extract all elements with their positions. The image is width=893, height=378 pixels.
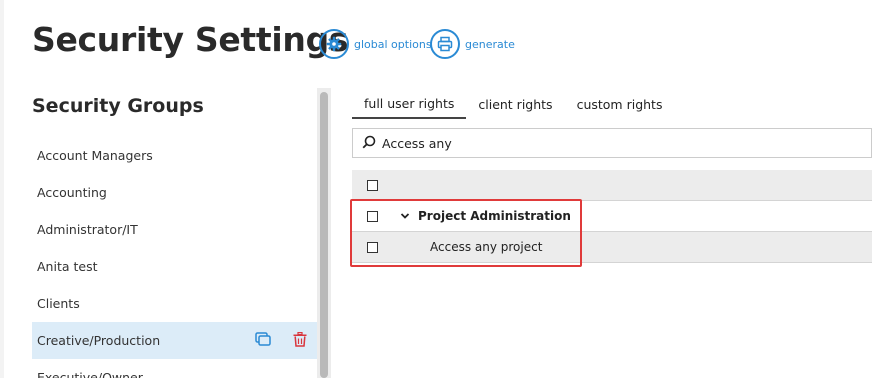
group-label: Account Managers	[37, 148, 153, 163]
tab-custom-rights[interactable]: custom rights	[565, 89, 675, 119]
search-input[interactable]	[382, 135, 842, 151]
security-groups-heading: Security Groups	[32, 95, 204, 117]
left-edge-strip	[0, 0, 4, 378]
group-item-creative-production[interactable]: Creative/Production	[32, 322, 317, 359]
trash-icon[interactable]	[293, 331, 307, 350]
gear-icon	[319, 29, 349, 59]
copy-icon[interactable]	[255, 332, 271, 349]
rights-header-row	[352, 170, 872, 201]
group-label: Executive/Owner	[37, 370, 143, 378]
group-item-administrator-it[interactable]: Administrator/IT	[32, 211, 317, 248]
rights-tabs: full user rights client rights custom ri…	[352, 89, 674, 119]
tab-label: custom rights	[576, 96, 663, 112]
security-group-list: Account Managers Accounting Administrato…	[32, 137, 317, 378]
group-item-account-managers[interactable]: Account Managers	[32, 137, 317, 174]
group-label: Anita test	[37, 259, 98, 274]
generate-button[interactable]: generate	[430, 29, 515, 59]
tab-label: full user rights	[364, 95, 455, 111]
global-options-label: global options	[354, 37, 432, 51]
generate-label: generate	[465, 37, 515, 51]
group-item-clients[interactable]: Clients	[32, 285, 317, 322]
highlight-box	[350, 199, 582, 267]
group-item-accounting[interactable]: Accounting	[32, 174, 317, 211]
group-label: Creative/Production	[37, 333, 161, 348]
page-title: Security Settings	[32, 20, 349, 59]
group-item-anita-test[interactable]: Anita test	[32, 248, 317, 285]
tab-client-rights[interactable]: client rights	[466, 89, 564, 119]
tab-label: client rights	[478, 96, 553, 112]
group-label: Administrator/IT	[37, 222, 138, 237]
tab-full-user-rights[interactable]: full user rights	[352, 89, 467, 119]
group-label: Clients	[37, 296, 80, 311]
rights-search-box[interactable]	[352, 128, 872, 158]
search-icon	[362, 134, 376, 153]
group-list-scrollbar[interactable]	[317, 88, 331, 378]
select-all-checkbox[interactable]	[367, 179, 378, 191]
group-label: Accounting	[37, 185, 107, 200]
global-options-button[interactable]: global options	[319, 29, 432, 59]
scrollbar-thumb[interactable]	[320, 92, 328, 378]
group-item-executive-owner[interactable]: Executive/Owner	[32, 359, 317, 378]
group-actions	[255, 322, 307, 359]
printer-icon	[430, 29, 460, 59]
